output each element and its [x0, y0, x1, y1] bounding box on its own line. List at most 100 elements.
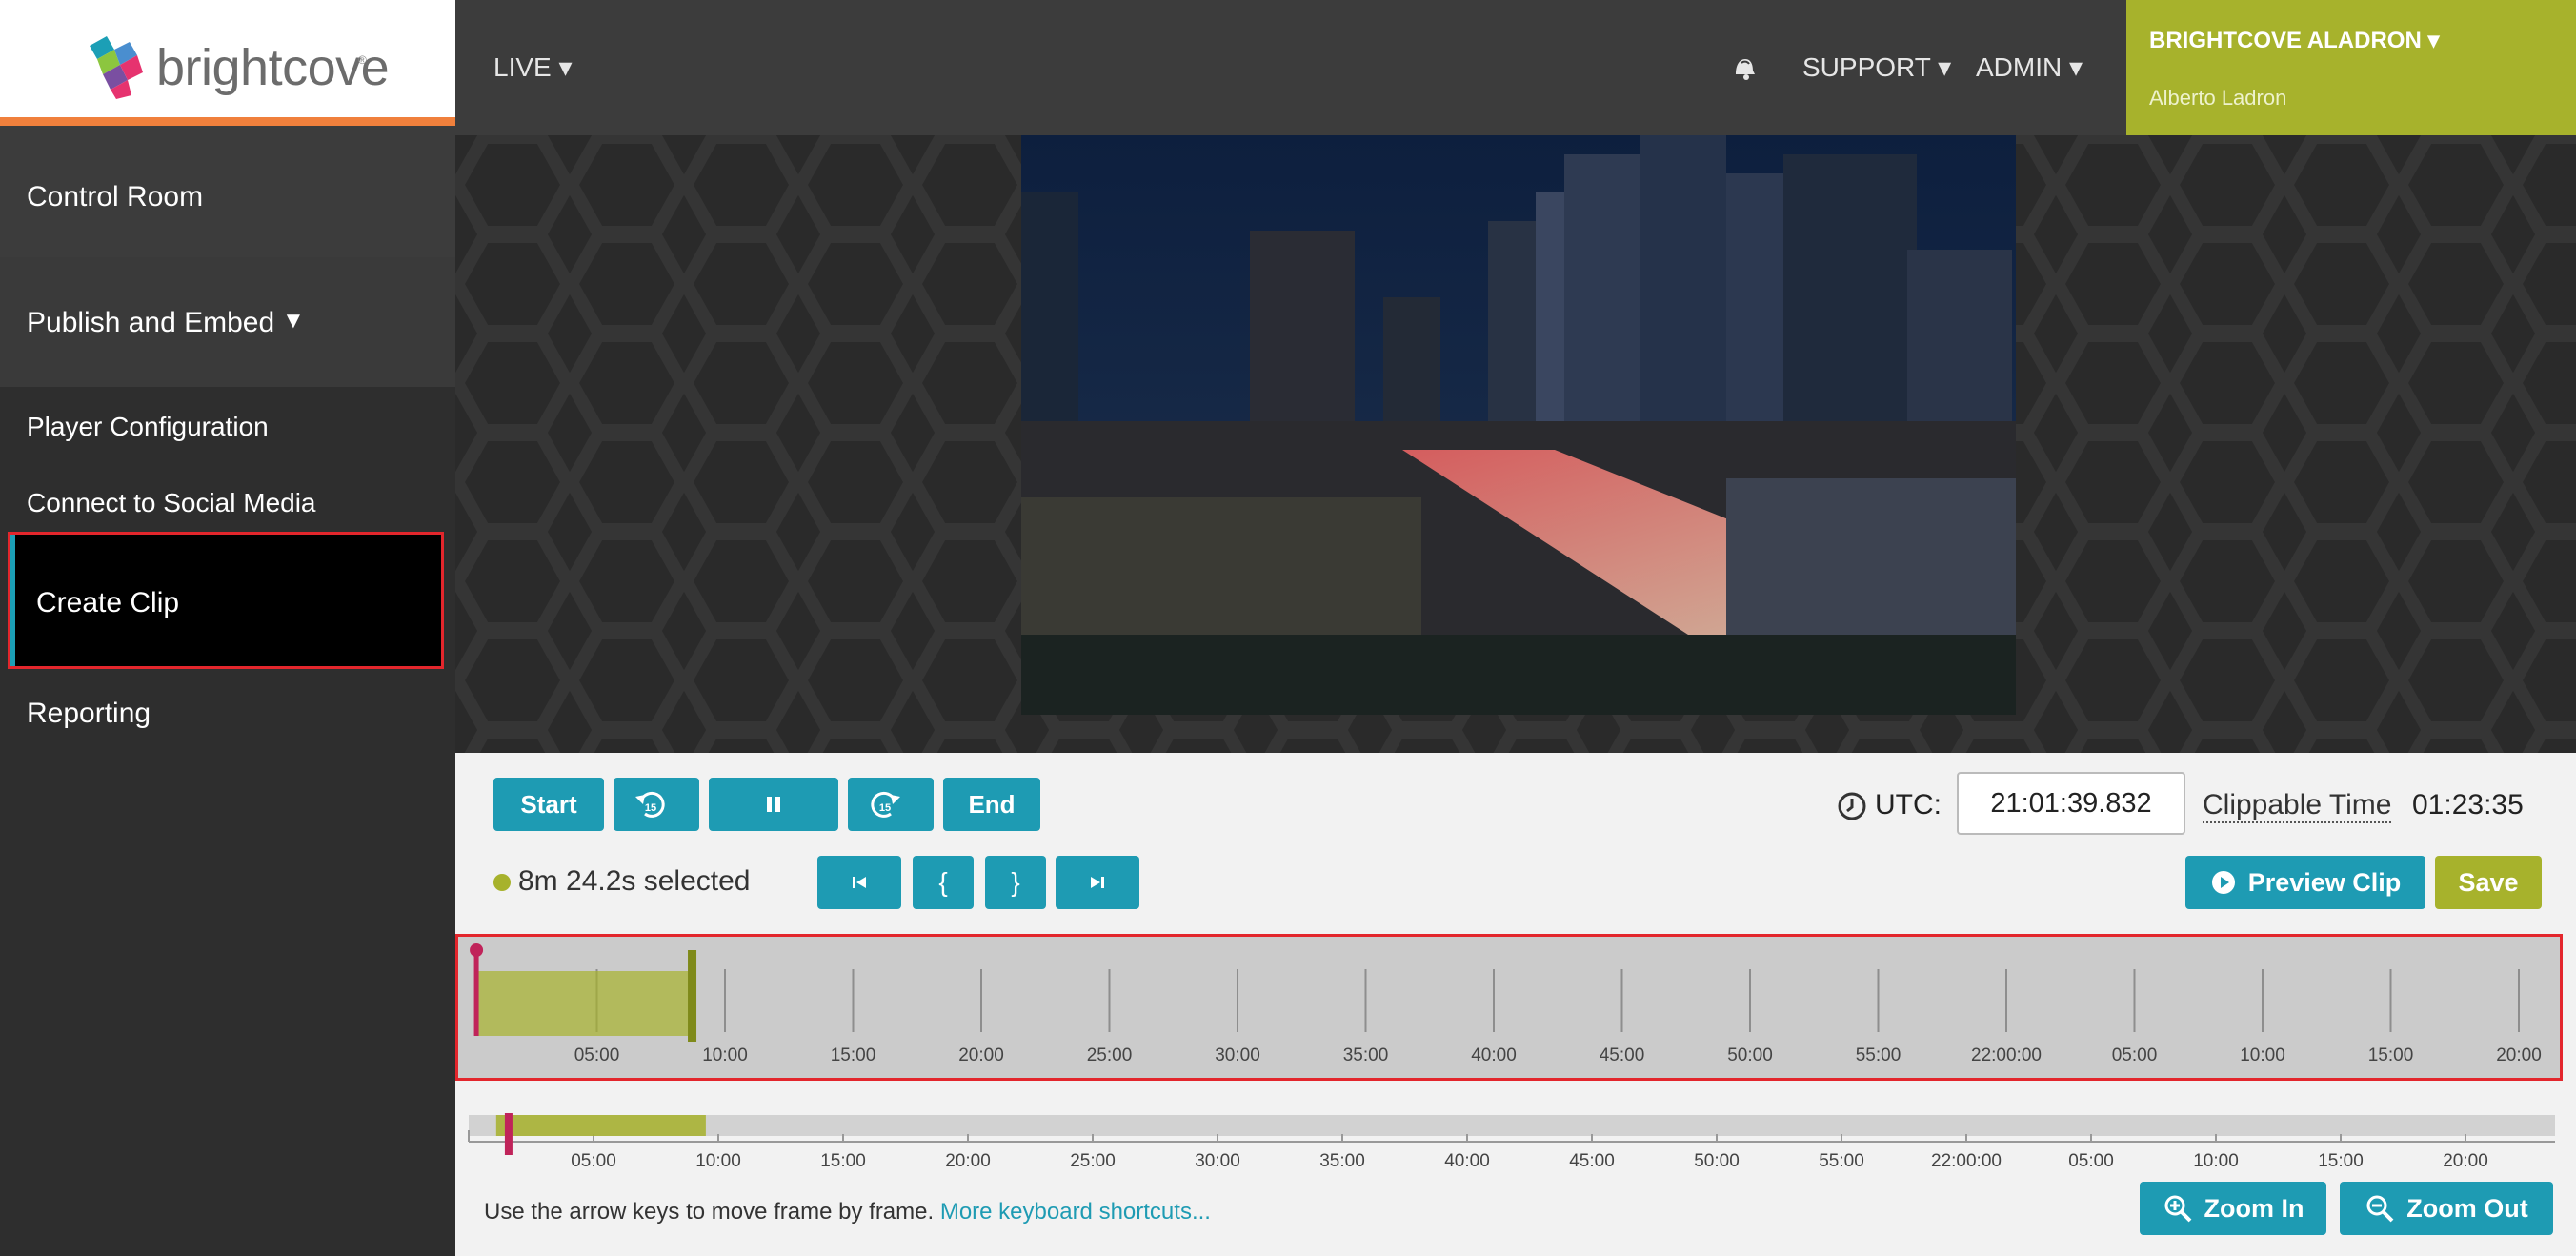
play-circle-icon [2211, 871, 2235, 894]
video-frame-city-night [1021, 135, 2016, 635]
nav-create-clip[interactable]: Create Clip [36, 587, 179, 619]
overview-window [495, 1115, 706, 1136]
video-stage [455, 135, 2576, 753]
zoom-in-label: Zoom In [2204, 1193, 2304, 1223]
overview-tick-label: 10:00 [2193, 1151, 2239, 1171]
zoom-out-label: Zoom Out [2406, 1193, 2528, 1223]
start-button[interactable]: Start [493, 778, 604, 831]
nav-reporting[interactable]: Reporting [27, 698, 151, 730]
go-to-out-point-button[interactable] [1056, 856, 1139, 909]
utc-label: UTC: [1875, 789, 1942, 820]
brightcove-logo-icon [90, 36, 143, 99]
help-text: Use the arrow keys to move frame by fram… [484, 1199, 940, 1225]
overview-tick-label: 05:00 [571, 1151, 616, 1171]
overview-tick-label: 50:00 [1694, 1151, 1740, 1171]
timeline-tick-label: 30:00 [1215, 1045, 1260, 1065]
skip-forward-icon [1091, 877, 1104, 888]
account-name: BRIGHTCOVE ALADRON ▾ [2149, 28, 2440, 53]
selection-indicator-dot [493, 874, 511, 891]
selection-duration: 8m 24.2s selected [518, 865, 751, 897]
zoom-out-icon [2366, 1195, 2394, 1223]
forward-15-button[interactable]: 15 [848, 778, 934, 831]
sidebar: brightcove ® Control Room Publish and Em… [0, 0, 455, 1256]
in-point-label: { [938, 867, 948, 897]
selection-out-handle [688, 950, 697, 1042]
clock-icon [1838, 792, 1866, 820]
end-button[interactable]: End [943, 778, 1040, 831]
brand-trademark: ® [358, 53, 367, 67]
account-menu[interactable]: BRIGHTCOVE ALADRON ▾ Alberto Ladron [2126, 0, 2576, 135]
video-player[interactable] [1021, 135, 2016, 715]
overview-tick-label: 25:00 [1070, 1151, 1116, 1171]
timeline-track[interactable]: 05:00 10:00 15:00 20:00 25:00 30:00 35:00 40:00… [458, 937, 2560, 1078]
overview-playhead [504, 1113, 513, 1155]
start-label: Start [520, 789, 577, 819]
overview-tick-label: 40:00 [1444, 1151, 1490, 1171]
rewind-15-button[interactable]: 15 [614, 778, 699, 831]
timeline-tick-label: 20:00 [958, 1045, 1004, 1065]
svg-text:15: 15 [879, 802, 891, 814]
timeline-tick-label: 35:00 [1343, 1045, 1389, 1065]
overview-track [469, 1115, 2555, 1136]
timeline-tick-label: 05:00 [2112, 1045, 2158, 1065]
timeline-tick-label: 20:00 [2496, 1045, 2542, 1065]
timeline-tick-label: 05:00 [574, 1045, 620, 1065]
svg-text:15: 15 [645, 802, 656, 814]
end-label: End [968, 789, 1016, 819]
timeline-tick-label: 50:00 [1727, 1045, 1773, 1065]
timeline-tick-label: 45:00 [1600, 1045, 1645, 1065]
set-out-point-button[interactable]: } [985, 856, 1046, 909]
active-indicator [10, 535, 15, 666]
save-button[interactable]: Save [2435, 856, 2542, 909]
notification-bell-icon[interactable] [1730, 53, 1759, 82]
timeline-tick-label: 25:00 [1087, 1045, 1133, 1065]
top-header: LIVE ▾ SUPPORT ▾ ADMIN ▾ BRIGHTCOVE ALAD… [455, 0, 2576, 135]
zoom-out-button[interactable]: Zoom Out [2340, 1182, 2553, 1235]
rewind-15-icon: 15 [635, 791, 665, 818]
support-menu[interactable]: SUPPORT ▾ [1802, 51, 1951, 83]
pause-button[interactable] [709, 778, 838, 831]
clip-controls-panel: Start 15 15 End UTC: 21:01:39.832 Clippa… [455, 753, 2576, 1256]
overview-tick-label: 55:00 [1819, 1151, 1864, 1171]
timeline-tick-label: 15:00 [2368, 1045, 2414, 1065]
nav-publish-embed[interactable]: Publish and Embed [27, 307, 274, 339]
timeline-tick-label: 22:00:00 [1971, 1045, 2042, 1065]
overview-tick-label: 15:00 [820, 1151, 866, 1171]
brand-logo[interactable]: brightcove ® [0, 0, 455, 126]
timeline-tick-label: 40:00 [1471, 1045, 1517, 1065]
overview-tick-label: 45:00 [1569, 1151, 1615, 1171]
preview-clip-button[interactable]: Preview Clip [2185, 856, 2425, 909]
brand-name: brightcove [156, 39, 390, 96]
set-in-point-button[interactable]: { [913, 856, 974, 909]
go-to-in-point-button[interactable] [817, 856, 901, 909]
overview-tick-label: 30:00 [1195, 1151, 1240, 1171]
clip-timeline[interactable]: 05:00 10:00 15:00 20:00 25:00 30:00 35:00 40:00… [455, 934, 2563, 1081]
timeline-tick-label: 10:00 [2240, 1045, 2285, 1065]
overview-scrubber[interactable]: 05:00 10:00 15:00 20:00 25:00 30:00 35:00 40:00… [455, 1104, 2576, 1180]
preview-clip-label: Preview Clip [2247, 867, 2402, 897]
live-menu[interactable]: LIVE ▾ [493, 51, 573, 83]
forward-15-icon: 15 [871, 791, 900, 818]
selection-range [476, 971, 693, 1036]
clippable-time-value: 01:23:35 [2412, 789, 2524, 820]
pause-icon [767, 797, 780, 812]
zoom-in-button[interactable]: Zoom In [2140, 1182, 2326, 1235]
nav-connect-social-media[interactable]: Connect to Social Media [27, 488, 316, 518]
caret-down-icon[interactable]: ▼ [282, 308, 305, 334]
timeline-tick-label: 10:00 [702, 1045, 748, 1065]
admin-menu[interactable]: ADMIN ▾ [1976, 51, 2083, 83]
playhead-knob [470, 943, 484, 957]
overview-tick-label: 20:00 [2443, 1151, 2488, 1171]
overview-tick-label: 10:00 [695, 1151, 741, 1171]
zoom-in-icon [2164, 1195, 2191, 1223]
keyboard-shortcuts-link[interactable]: More keyboard shortcuts... [940, 1199, 1211, 1225]
keyboard-help-text: Use the arrow keys to move frame by fram… [484, 1199, 1211, 1226]
out-point-label: } [1011, 867, 1020, 897]
utc-time-input[interactable]: 21:01:39.832 [1957, 772, 2185, 835]
overview-tick-label: 35:00 [1319, 1151, 1365, 1171]
timeline-tick-label: 55:00 [1856, 1045, 1902, 1065]
nav-control-room[interactable]: Control Room [27, 181, 203, 213]
clippable-time-label: Clippable Time [2203, 789, 2392, 823]
nav-player-configuration[interactable]: Player Configuration [27, 412, 269, 442]
overview-tick-label: 15:00 [2318, 1151, 2364, 1171]
